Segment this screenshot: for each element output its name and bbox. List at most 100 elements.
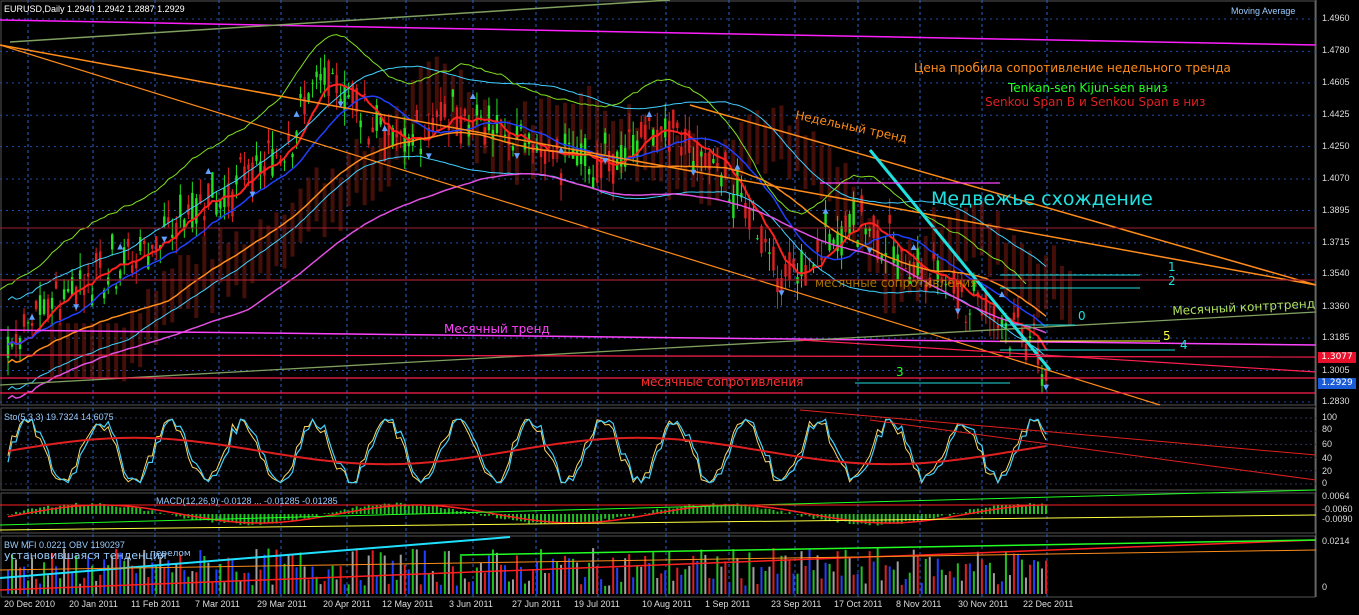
- volume-bar-160: [648, 562, 651, 594]
- resist-1: [0, 354, 1317, 358]
- candle-body-73: [299, 93, 302, 98]
- macd-bar-29: [123, 507, 126, 514]
- macd-bar-79: [323, 513, 326, 514]
- date-tick-5: 20 Apr 2011: [323, 599, 371, 609]
- macd-bar-20: [87, 504, 90, 514]
- volume-bar-201: [812, 570, 815, 594]
- volume-bar-48: [199, 549, 202, 594]
- candle-body-27: [115, 286, 118, 289]
- cloud-segment-192: [803, 135, 808, 190]
- cloud-segment-258: [1067, 270, 1072, 325]
- volume-bar-199: [804, 565, 807, 594]
- cloud-segment-48: [226, 242, 231, 297]
- macd-bar-211: [852, 514, 855, 525]
- candle-body-158: [640, 121, 643, 138]
- volume-bar-111: [451, 566, 454, 594]
- date-tick-4: 29 Mar 2011: [257, 599, 307, 609]
- cloud-segment-40: [194, 264, 199, 319]
- candle-body-109: [443, 103, 447, 118]
- stoch-tick-0: 100: [1322, 412, 1338, 422]
- stoch-label: Sto(5,3,3) 19.7324 14.6075: [4, 412, 114, 422]
- volume-bar-205: [828, 563, 831, 594]
- volume-bar-158: [640, 566, 643, 594]
- volume-bar-251: [1012, 553, 1015, 594]
- volume-bar-71: [291, 554, 294, 594]
- volume-bar-249: [1004, 551, 1007, 594]
- volume-bar-104: [423, 550, 426, 594]
- candle-body-176: [712, 158, 715, 164]
- volume-bar-165: [668, 551, 671, 594]
- volume-bar-182: [736, 557, 739, 594]
- cloud-segment-246: [1019, 243, 1024, 298]
- mfi-trend-3: [0, 549, 1317, 571]
- macd-bar-168: [680, 507, 683, 514]
- volume-bar-181: [732, 549, 735, 594]
- volume-bar-37: [155, 566, 158, 594]
- price-tick-1: 1.4780: [1322, 45, 1350, 56]
- price-tick-12: 1.2830: [1322, 396, 1350, 406]
- volume-bar-60: [247, 572, 250, 594]
- candle-body-62: [255, 155, 258, 161]
- volume-bar-127: [515, 555, 518, 594]
- candle-body-79: [323, 67, 326, 85]
- candle-body-67: [275, 155, 278, 157]
- macd-bar-248: [1000, 504, 1003, 514]
- macd-bar-139: [564, 514, 567, 524]
- volume-bar-10: [47, 575, 50, 594]
- candle-body-19: [82, 289, 86, 296]
- candle-body-66: [271, 148, 274, 176]
- macd-bar-133: [540, 514, 543, 524]
- macd-bar-177: [716, 505, 719, 514]
- candle-body-134: [543, 150, 547, 164]
- volume-bar-115: [467, 581, 470, 594]
- candle-body-9: [42, 299, 46, 315]
- candle-body-135: [547, 146, 551, 148]
- date-tick-12: 23 Sep 2011: [771, 599, 822, 609]
- cloud-segment-22: [122, 327, 127, 382]
- candle-body-145: [587, 169, 591, 175]
- candle-body-97: [395, 133, 398, 138]
- price-tick-5: 1.4070: [1322, 173, 1350, 184]
- volume-bar-211: [852, 574, 855, 594]
- fractal-215: [866, 247, 873, 254]
- price-tick-2: 1.4605: [1322, 76, 1350, 87]
- volume-bar-206: [832, 571, 835, 594]
- label-4: 4: [1180, 338, 1188, 352]
- macd-bar-193: [780, 510, 783, 514]
- volume-bar-24: [103, 559, 106, 594]
- volume-bar-233: [940, 569, 943, 594]
- volume-bar-123: [499, 564, 502, 594]
- volume-bar-200: [808, 548, 811, 594]
- cloud-segment-202: [843, 163, 848, 217]
- candle-body-172: [696, 142, 699, 168]
- volume-bar-126: [511, 579, 514, 594]
- volume-bar-180: [728, 581, 731, 594]
- volume-bar-244: [984, 565, 987, 594]
- volume-bar-82: [335, 579, 338, 594]
- macd-bar-90: [367, 505, 370, 514]
- macd-bar-26: [111, 505, 114, 514]
- date-tick-7: 3 Jun 2011: [449, 599, 493, 609]
- date-tick-14: 8 Nov 2011: [896, 599, 942, 609]
- volume-bar-132: [536, 561, 539, 594]
- macd-bar-77: [315, 514, 318, 517]
- fractal-237: [954, 308, 961, 315]
- candle-body-240: [968, 313, 972, 315]
- candle-body-208: [840, 226, 843, 256]
- volume-bar-87: [355, 548, 358, 594]
- candle-body-17: [74, 286, 78, 306]
- volume-bar-214: [864, 583, 867, 594]
- candle-body-107: [435, 110, 439, 118]
- date-tick-15: 30 Nov 2011: [958, 599, 1009, 609]
- macd-bar-252: [1016, 504, 1019, 514]
- volume-bar-179: [724, 561, 727, 594]
- volume-bar-97: [395, 579, 398, 594]
- volume-bar-92: [375, 576, 378, 594]
- candle-body-118: [479, 116, 483, 118]
- candle-body-182: [736, 168, 739, 196]
- volume-bar-113: [459, 556, 462, 594]
- macd-bar-105: [427, 506, 430, 514]
- macd-bar-75: [307, 514, 310, 519]
- macd-bar-51: [211, 514, 214, 523]
- volume-bar-197: [796, 573, 799, 594]
